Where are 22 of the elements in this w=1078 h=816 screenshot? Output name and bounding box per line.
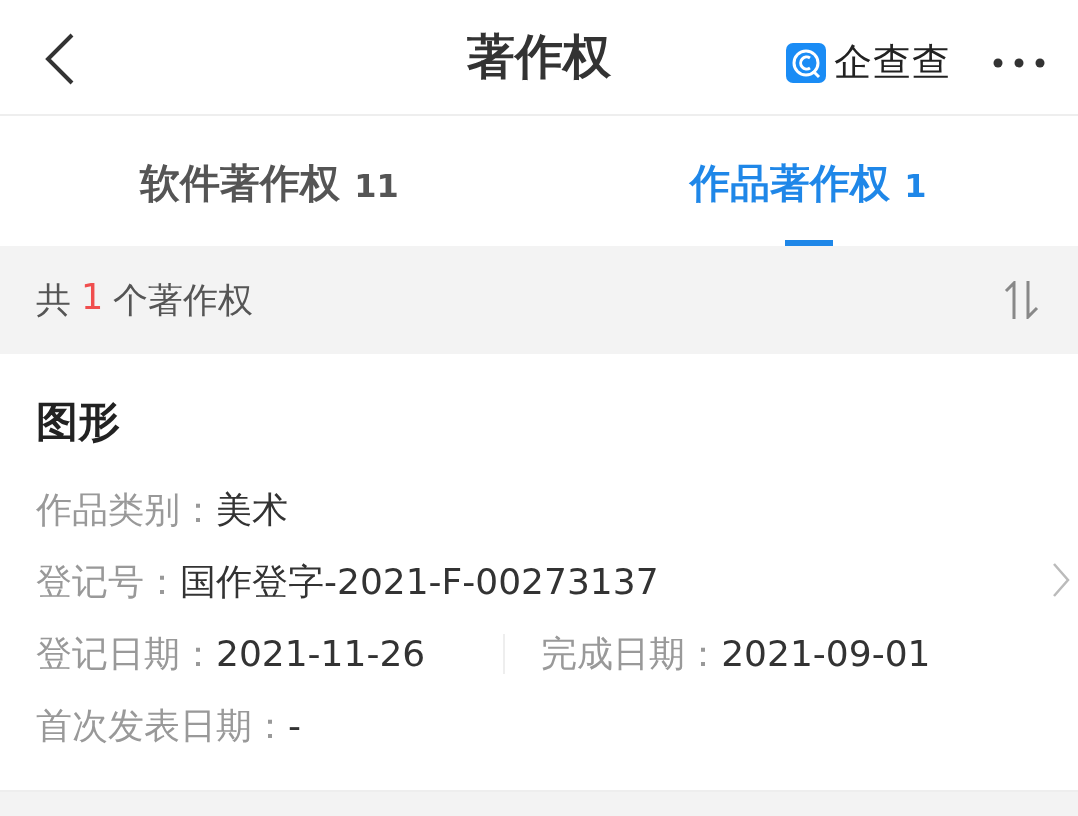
summary-count: 1 (81, 276, 104, 319)
field-label: 首次发表日期： (36, 704, 288, 746)
summary-text: 个著作权 (113, 278, 254, 322)
field-value: 美术 (216, 488, 288, 530)
field-value: 2021-11-26 (216, 632, 426, 674)
field-label: 登记日期： (36, 632, 216, 674)
field-label: 登记号： (36, 560, 180, 602)
field-label: 完成日期： (541, 632, 722, 674)
field-value: 国作登字-2021-F-00273137 (180, 560, 659, 602)
field-value: 2021-09-01 (721, 632, 931, 674)
card-title: 图形 (36, 396, 121, 448)
page-title: 著作权 (467, 27, 611, 86)
summary-text: 共 (36, 278, 71, 322)
logo-text: 企查查 (834, 39, 951, 86)
copyright-card[interactable]: 图形 作品类别：美术 登记号：国作登字-2021-F-00273137 登记日期：2021-11-26 完成日期：2021-09-01 首次发表日期：- (0, 354, 1078, 790)
logo-icon (786, 42, 826, 83)
sort-icon[interactable] (1004, 281, 1040, 319)
more-icon[interactable] (993, 57, 1045, 68)
chevron-right-icon (1052, 562, 1070, 598)
back-icon[interactable] (45, 33, 75, 85)
field-value: - (288, 704, 301, 746)
field-label: 作品类别： (36, 488, 216, 530)
